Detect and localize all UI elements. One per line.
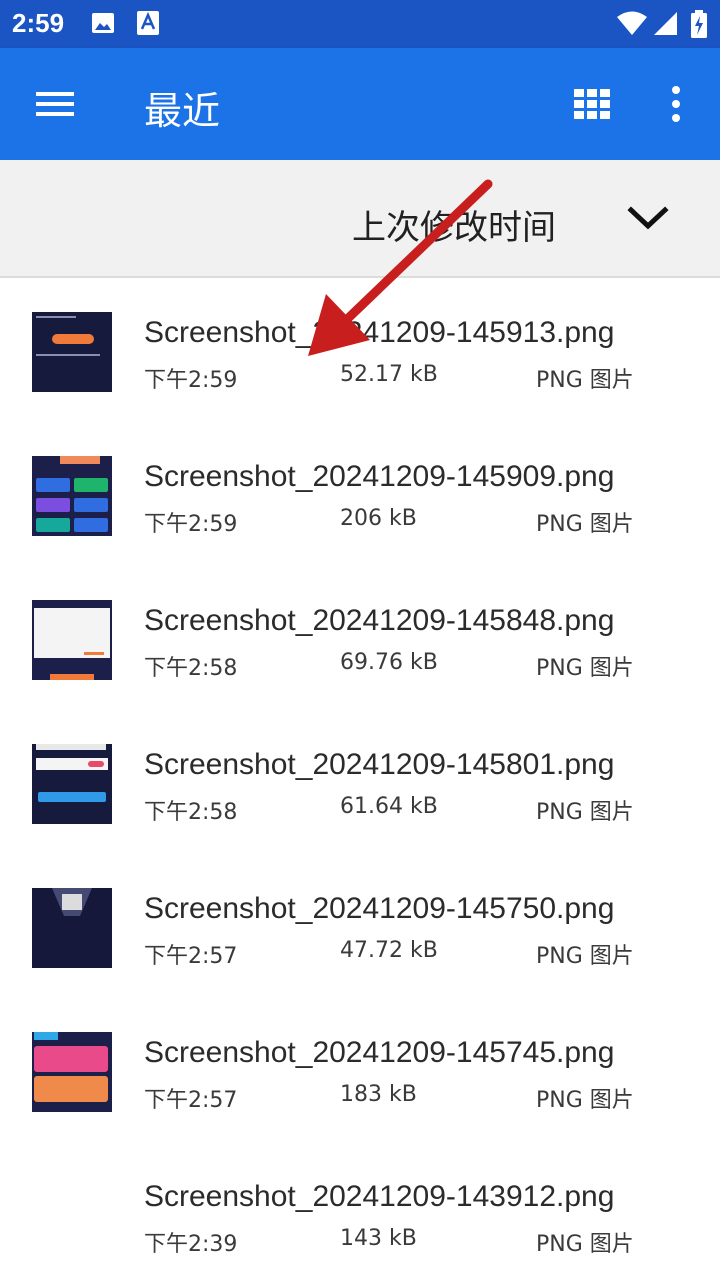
file-type: PNG 图片 bbox=[536, 800, 634, 825]
file-thumbnail bbox=[32, 456, 112, 536]
list-item[interactable]: Screenshot_20241209-145801.png 下午2:58 61… bbox=[0, 712, 720, 856]
file-name: Screenshot_20241209-145848.png bbox=[144, 604, 615, 637]
file-type: PNG 图片 bbox=[536, 512, 634, 537]
file-size: 206 kB bbox=[340, 506, 417, 531]
image-icon bbox=[92, 13, 114, 33]
file-thumbnail bbox=[32, 888, 112, 968]
file-time: 下午2:39 bbox=[144, 1232, 238, 1257]
sort-bar[interactable]: 上次修改时间 bbox=[0, 160, 720, 278]
file-time: 下午2:59 bbox=[144, 368, 238, 393]
status-bar: 2:59 bbox=[0, 0, 720, 48]
status-time: 2:59 bbox=[12, 8, 65, 38]
file-name: Screenshot_20241209-145801.png bbox=[144, 748, 615, 781]
battery-charging-icon bbox=[691, 10, 707, 38]
file-name: Screenshot_20241209-145745.png bbox=[144, 1036, 615, 1069]
file-name: Screenshot_20241209-145913.png bbox=[144, 316, 615, 349]
file-name: Screenshot_20241209-145909.png bbox=[144, 460, 615, 493]
list-item[interactable]: Screenshot_20241209-145913.png 下午2:59 52… bbox=[0, 280, 720, 424]
file-thumbnail bbox=[32, 744, 112, 824]
list-item[interactable]: Screenshot_20241209-145745.png 下午2:57 18… bbox=[0, 1000, 720, 1144]
file-time: 下午2:58 bbox=[144, 656, 238, 681]
file-type: PNG 图片 bbox=[536, 944, 634, 969]
list-item[interactable]: Screenshot_20241209-145750.png 下午2:57 47… bbox=[0, 856, 720, 1000]
menu-icon[interactable] bbox=[30, 84, 82, 124]
sort-label[interactable]: 上次修改时间 bbox=[352, 200, 556, 249]
file-type: PNG 图片 bbox=[536, 1088, 634, 1113]
file-size: 69.76 kB bbox=[340, 650, 438, 675]
wifi-icon bbox=[617, 11, 647, 35]
file-thumbnail bbox=[32, 600, 112, 680]
file-time: 下午2:57 bbox=[144, 1088, 238, 1113]
file-type: PNG 图片 bbox=[536, 656, 634, 681]
app-bar: 最近 bbox=[0, 48, 720, 160]
file-type: PNG 图片 bbox=[536, 1232, 634, 1257]
signal-icon bbox=[654, 12, 677, 35]
more-vert-icon[interactable] bbox=[660, 82, 692, 126]
file-thumbnail bbox=[32, 312, 112, 392]
chevron-down-icon[interactable] bbox=[626, 204, 670, 234]
file-time: 下午2:57 bbox=[144, 944, 238, 969]
grid-view-icon[interactable] bbox=[570, 84, 614, 124]
file-thumbnail bbox=[32, 1032, 112, 1112]
file-size: 143 kB bbox=[340, 1226, 417, 1251]
file-size: 61.64 kB bbox=[340, 794, 438, 819]
file-size: 52.17 kB bbox=[340, 362, 438, 387]
file-name: Screenshot_20241209-143912.png bbox=[144, 1180, 615, 1213]
text-a-icon bbox=[137, 11, 159, 35]
file-size: 47.72 kB bbox=[340, 938, 438, 963]
file-name: Screenshot_20241209-145750.png bbox=[144, 892, 615, 925]
list-item[interactable]: Screenshot_20241209-145909.png 下午2:59 20… bbox=[0, 424, 720, 568]
list-item[interactable]: Screenshot_20241209-143912.png 下午2:39 14… bbox=[0, 1144, 720, 1280]
file-size: 183 kB bbox=[340, 1082, 417, 1107]
page-title: 最近 bbox=[144, 89, 221, 133]
file-time: 下午2:58 bbox=[144, 800, 238, 825]
file-type: PNG 图片 bbox=[536, 368, 634, 393]
list-item[interactable]: Screenshot_20241209-145848.png 下午2:58 69… bbox=[0, 568, 720, 712]
file-time: 下午2:59 bbox=[144, 512, 238, 537]
